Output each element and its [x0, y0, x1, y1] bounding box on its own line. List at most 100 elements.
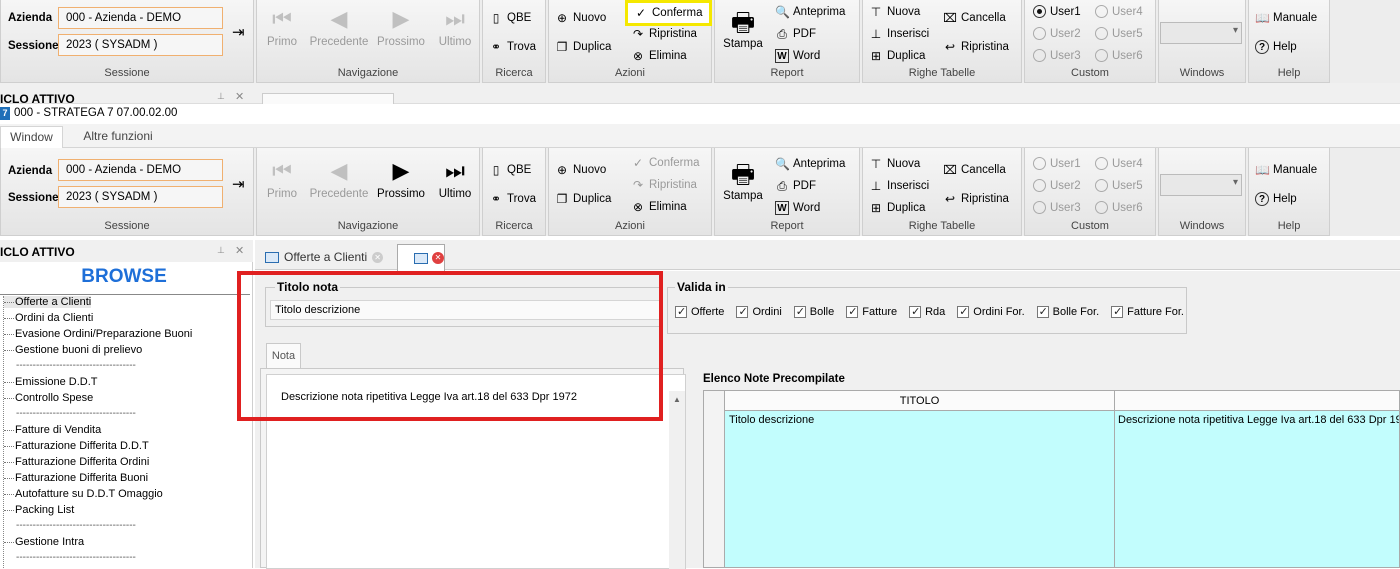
close-icon[interactable]: ✕ [235, 244, 244, 257]
conferma-button[interactable]: ✓ Conferma [631, 156, 700, 170]
qbe-button[interactable]: ▯ QBE [489, 163, 532, 177]
user3-button[interactable]: User3 [1033, 201, 1081, 214]
user1-button[interactable]: User1 [1033, 5, 1081, 18]
tree-item[interactable]: Fatture di Vendita [4, 424, 101, 436]
pin-icon[interactable]: ⊥ [217, 91, 225, 102]
valida-checkbox[interactable]: Bolle For. [1036, 305, 1099, 318]
tree-item[interactable]: Gestione Intra [4, 536, 84, 548]
nuova-riga-button[interactable]: ⊤ Nuova [869, 157, 920, 171]
tree-item[interactable]: Fatturazione Differita D.D.T [4, 440, 149, 452]
checkbox-checked-icon[interactable] [1036, 305, 1049, 318]
grid-header-descrizione[interactable] [1115, 391, 1399, 411]
tab-close-icon[interactable]: ✕ [372, 251, 384, 263]
tree-item[interactable]: Packing List [4, 504, 74, 516]
valida-checkbox[interactable]: Offerte [675, 305, 724, 318]
precedente-button[interactable]: ◀ Precedente [309, 158, 369, 200]
checkbox-checked-icon[interactable] [957, 305, 970, 318]
valida-checkbox[interactable]: Ordini [736, 305, 782, 318]
ripristina-riga-button[interactable]: ↩ Ripristina [943, 192, 1009, 206]
manuale-button[interactable]: 📖 Manuale [1255, 11, 1317, 25]
tree-item[interactable]: Offerte a Clienti [4, 296, 92, 308]
elimina-button[interactable]: ⊗ Elimina [631, 49, 687, 63]
checkbox-checked-icon[interactable] [793, 305, 806, 318]
valida-checkbox[interactable]: Fatture For. [1111, 305, 1184, 318]
sessione-field[interactable]: 2023 ( SYSADM ) [58, 186, 223, 208]
user1-button[interactable]: User1 [1033, 157, 1081, 170]
tree-item[interactable]: Controllo Spese [4, 392, 93, 404]
manuale-button[interactable]: 📖 Manuale [1255, 163, 1317, 177]
tree-item[interactable]: Gestione buoni di prelievo [4, 344, 142, 356]
ripristina-button[interactable]: ↷ Ripristina [631, 27, 697, 41]
cancella-riga-button[interactable]: ⌧ Cancella [943, 11, 1006, 25]
valida-checkbox[interactable]: Rda [909, 305, 945, 318]
conferma-button[interactable]: ✓ Conferma [625, 0, 712, 26]
user4-button[interactable]: User4 [1095, 5, 1143, 18]
inserisci-riga-button[interactable]: ⊥ Inserisci [869, 179, 929, 193]
pdf-button[interactable]: ⎙ PDF [775, 27, 816, 41]
help-button[interactable]: ? Help [1255, 40, 1297, 54]
tree-item[interactable]: Emissione D.D.T [4, 376, 98, 388]
valida-checkbox[interactable]: Ordini For. [957, 305, 1025, 318]
nota-scrollbar[interactable]: ▲ [669, 391, 685, 569]
help-button[interactable]: ? Help [1255, 192, 1297, 206]
prossimo-button[interactable]: ▶ Prossimo [373, 158, 429, 200]
tree-item[interactable]: Evasione Ordini/Preparazione Buoni [4, 328, 192, 340]
tab-altre-funzioni[interactable]: Altre funzioni [72, 126, 164, 148]
anteprima-button[interactable]: 🔍 Anteprima [775, 157, 845, 171]
grid-row-cell-descrizione[interactable]: Descrizione nota ripetitiva Legge Iva ar… [1115, 411, 1399, 567]
ultimo-button[interactable]: ⏭ Ultimo [433, 158, 477, 200]
tree-item[interactable]: Ordini da Clienti [4, 312, 93, 324]
user6-button[interactable]: User6 [1095, 201, 1143, 214]
trova-button[interactable]: ⚭ Trova [489, 40, 536, 54]
checkbox-checked-icon[interactable] [909, 305, 922, 318]
elimina-button[interactable]: ⊗ Elimina [631, 200, 687, 214]
nuovo-button[interactable]: ⊕ Nuovo [555, 11, 606, 25]
stampa-button[interactable]: 🖶 Stampa [721, 156, 765, 202]
checkbox-checked-icon[interactable] [736, 305, 749, 318]
inserisci-riga-button[interactable]: ⊥ Inserisci [869, 27, 929, 41]
ripristina-button[interactable]: ↷ Ripristina [631, 178, 697, 192]
ultimo-button[interactable]: ⏭ Ultimo [433, 6, 477, 48]
duplica-riga-button[interactable]: ⊞ Duplica [869, 49, 925, 63]
azienda-field[interactable]: 000 - Azienda - DEMO [58, 7, 223, 29]
checkbox-checked-icon[interactable] [846, 305, 859, 318]
tab-close-icon[interactable]: ✕ [432, 252, 444, 264]
tree-item[interactable]: Autofatture su D.D.T Omaggio [4, 488, 163, 500]
user4-button[interactable]: User4 [1095, 157, 1143, 170]
stampa-button[interactable]: 🖶 Stampa [721, 4, 765, 50]
pin-icon[interactable]: ⊥ [217, 245, 225, 256]
pdf-button[interactable]: ⎙ PDF [775, 179, 816, 193]
valida-checkbox[interactable]: Fatture [846, 305, 897, 318]
azienda-field[interactable]: 000 - Azienda - DEMO [58, 159, 223, 181]
anteprima-button[interactable]: 🔍 Anteprima [775, 5, 845, 19]
duplica-button[interactable]: ❐ Duplica [555, 40, 612, 54]
nuovo-button[interactable]: ⊕ Nuovo [555, 163, 606, 177]
user5-button[interactable]: User5 [1095, 179, 1143, 192]
tab-offerte-clienti[interactable]: Offerte a Clienti ✕ [261, 246, 395, 268]
user5-button[interactable]: User5 [1095, 27, 1143, 40]
grid-header-titolo[interactable]: TITOLO [725, 391, 1115, 411]
primo-button[interactable]: ⏮ Primo [265, 158, 299, 200]
trova-button[interactable]: ⚭ Trova [489, 192, 536, 206]
user2-button[interactable]: User2 [1033, 27, 1081, 40]
nuova-riga-button[interactable]: ⊤ Nuova [869, 5, 920, 19]
word-button[interactable]: W Word [775, 201, 820, 215]
qbe-button[interactable]: ▯ QBE [489, 11, 532, 25]
checkbox-checked-icon[interactable] [1111, 305, 1124, 318]
close-icon[interactable]: ✕ [235, 90, 244, 103]
valida-checkbox[interactable]: Bolle [793, 305, 834, 318]
grid-row-cell-titolo[interactable]: Titolo descrizione [725, 411, 1115, 567]
windows-combo[interactable] [1160, 22, 1242, 44]
precedente-button[interactable]: ◀ Precedente [309, 6, 369, 48]
sessione-field[interactable]: 2023 ( SYSADM ) [58, 34, 223, 56]
tree-item[interactable]: Fatturazione Differita Ordini [4, 456, 149, 468]
duplica-riga-button[interactable]: ⊞ Duplica [869, 201, 925, 215]
prossimo-button[interactable]: ▶ Prossimo [373, 6, 429, 48]
primo-button[interactable]: ⏮ Primo [265, 6, 299, 48]
logout-icon[interactable]: ⇥ [232, 23, 245, 41]
tab-window[interactable]: Window [0, 126, 63, 148]
logout-icon[interactable]: ⇥ [232, 175, 245, 193]
user6-button[interactable]: User6 [1095, 49, 1143, 62]
user3-button[interactable]: User3 [1033, 49, 1081, 62]
user2-button[interactable]: User2 [1033, 179, 1081, 192]
